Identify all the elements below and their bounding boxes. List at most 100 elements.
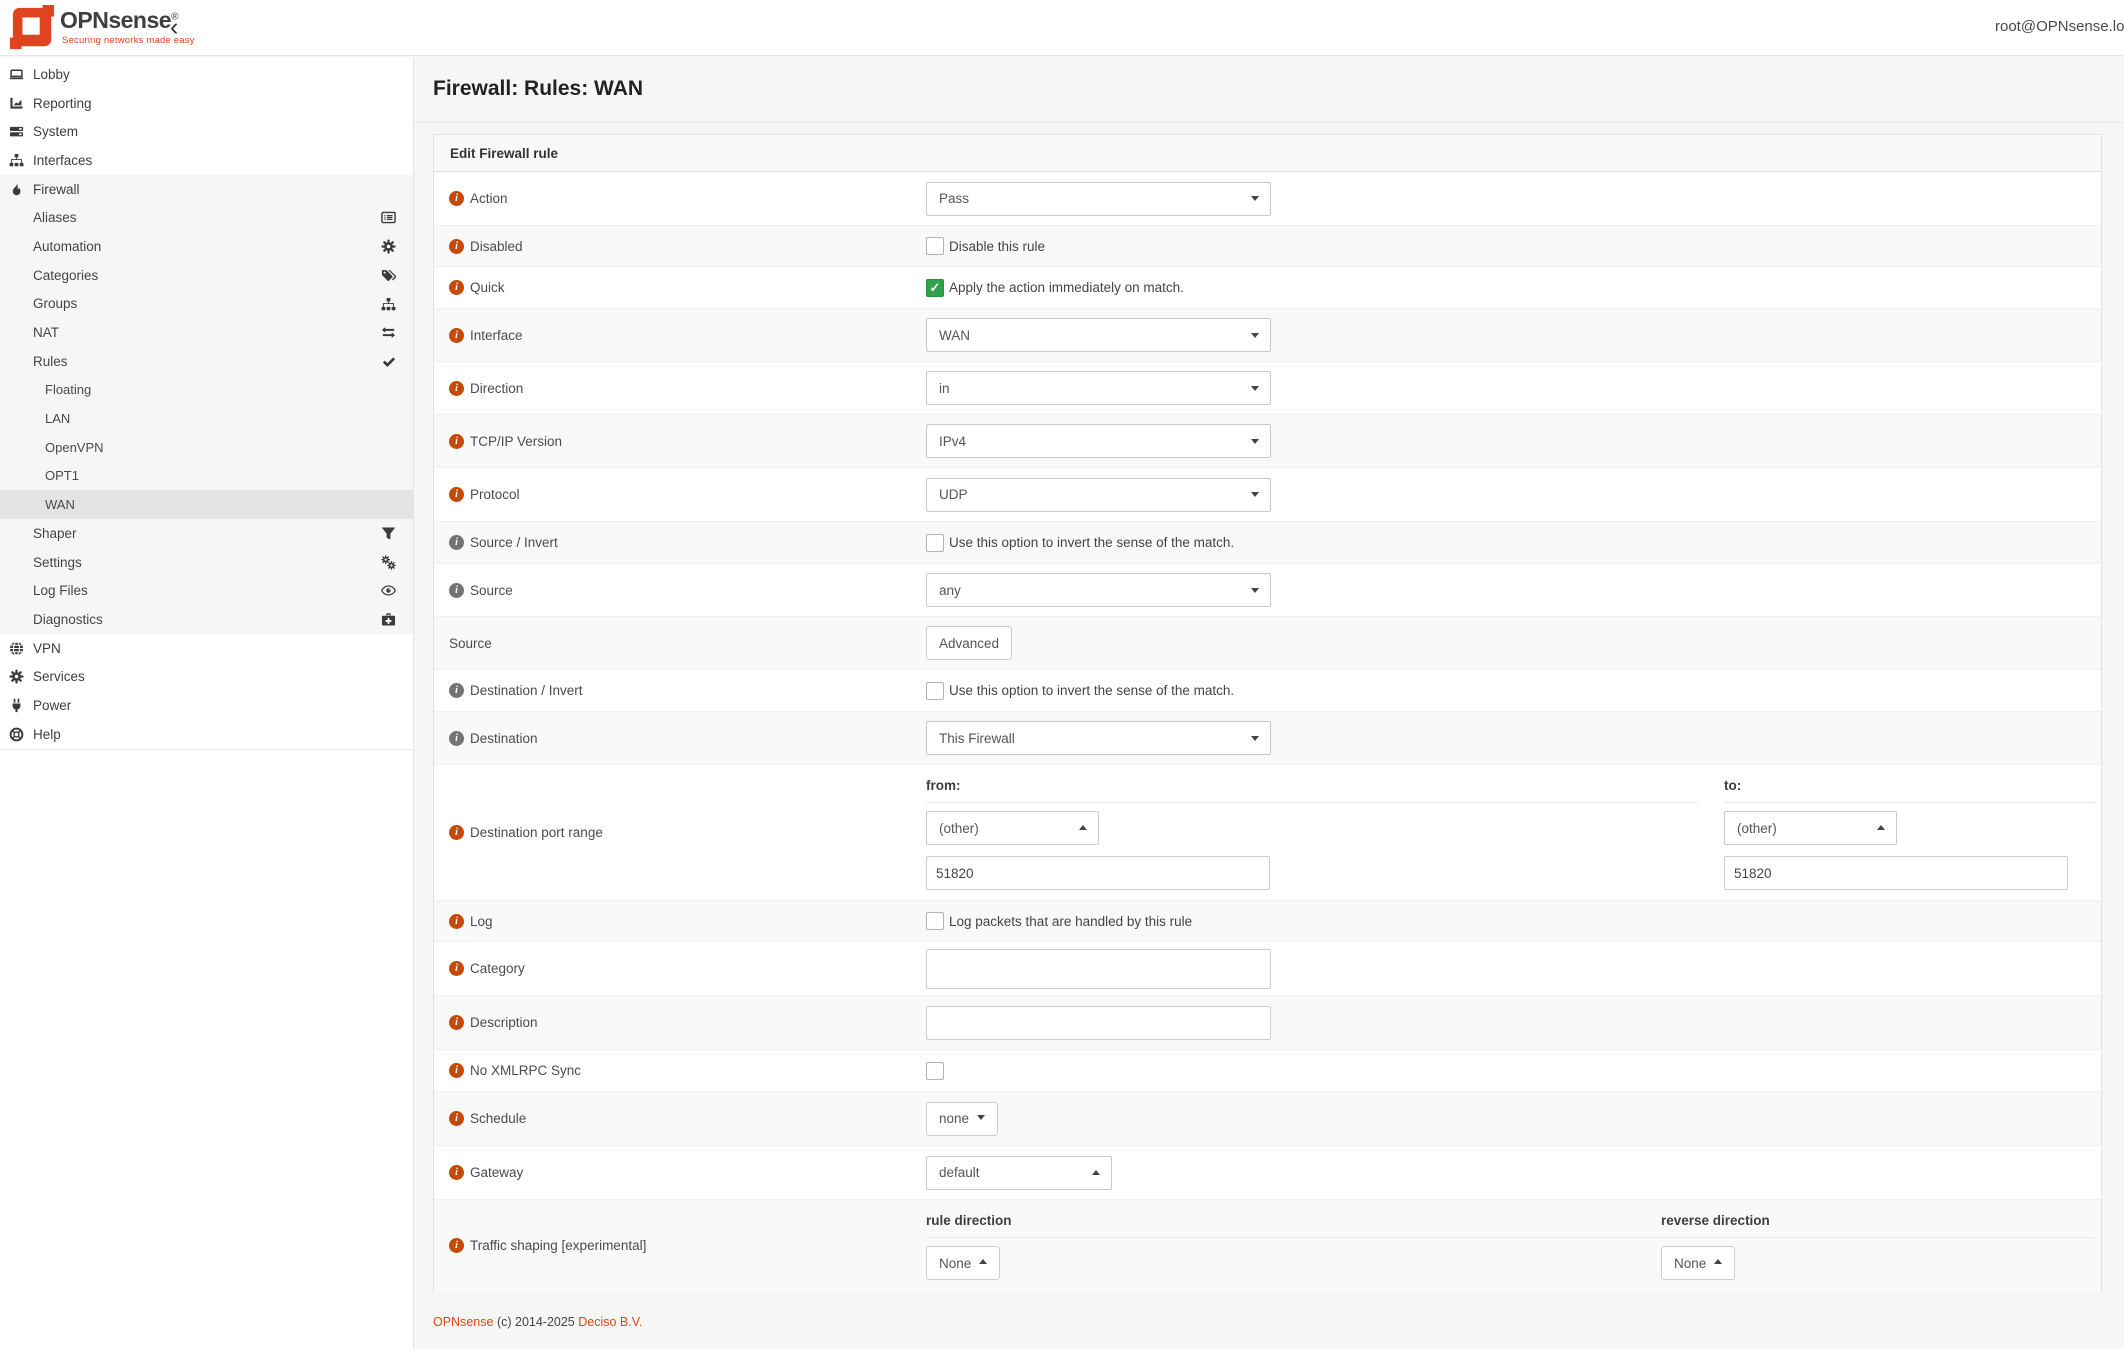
sidebar-item-interfaces[interactable]: Interfaces xyxy=(0,146,413,175)
sidebar-item-automation[interactable]: Automation xyxy=(0,232,413,261)
sitemap-icon[interactable] xyxy=(381,297,396,312)
info-icon[interactable]: i xyxy=(449,1238,464,1253)
opnsense-footer-link[interactable]: OPNsense xyxy=(433,1315,493,1329)
source-invert-checkbox-row: Use this option to invert the sense of t… xyxy=(926,534,1234,552)
description-input[interactable] xyxy=(926,1006,1271,1040)
info-icon[interactable]: i xyxy=(449,1015,464,1030)
info-icon[interactable]: i xyxy=(449,535,464,550)
sidebar-item-shaper[interactable]: Shaper xyxy=(0,519,413,548)
top-bar: OPNsense® Securing networks made easy ‹ … xyxy=(0,0,2124,56)
deciso-footer-link[interactable]: Deciso B.V. xyxy=(578,1315,642,1329)
sidebar-item-rules-floating[interactable]: Floating xyxy=(0,376,413,405)
row-source-invert: iSource / Invert Use this option to inve… xyxy=(434,521,2101,563)
sidebar-item-help[interactable]: Help xyxy=(0,720,413,749)
page-title: Firewall: Rules: WAN xyxy=(433,77,643,101)
sidebar-item-lobby[interactable]: Lobby xyxy=(0,60,413,89)
reverse-direction-dropdown[interactable]: None xyxy=(1661,1246,1735,1280)
globe-icon xyxy=(9,641,33,656)
direction-select[interactable]: in xyxy=(926,371,1271,405)
sidebar-item-reporting[interactable]: Reporting xyxy=(0,89,413,118)
destination-select[interactable]: This Firewall xyxy=(926,721,1271,755)
sidebar-item-power[interactable]: Power xyxy=(0,691,413,720)
schedule-dropdown[interactable]: none xyxy=(926,1102,998,1136)
protocol-select[interactable]: UDP xyxy=(926,478,1271,512)
no-xmlrpc-sync-checkbox[interactable] xyxy=(926,1062,944,1080)
sidebar-item-settings[interactable]: Settings xyxy=(0,548,413,577)
sidebar-item-rules-lan[interactable]: LAN xyxy=(0,404,413,433)
port-from-label: from: xyxy=(926,778,1698,803)
info-icon[interactable]: i xyxy=(449,825,464,840)
area-chart-icon xyxy=(9,96,33,111)
sidebar-item-log-files[interactable]: Log Files xyxy=(0,576,413,605)
info-icon[interactable]: i xyxy=(449,683,464,698)
info-icon[interactable]: i xyxy=(449,381,464,396)
source-invert-checkbox[interactable] xyxy=(926,534,944,552)
sidebar-item-firewall[interactable]: Firewall xyxy=(0,175,413,204)
info-icon[interactable]: i xyxy=(449,1063,464,1078)
port-from-input[interactable] xyxy=(926,856,1270,890)
funnel-icon[interactable] xyxy=(381,526,396,541)
info-icon[interactable]: i xyxy=(449,914,464,929)
port-from-select[interactable]: (other) xyxy=(926,811,1099,845)
destination-invert-checkbox[interactable] xyxy=(926,682,944,700)
eye-icon[interactable] xyxy=(381,583,396,598)
port-to-label: to: xyxy=(1724,778,2095,803)
quick-checkbox-row: Apply the action immediately on match. xyxy=(926,279,1184,297)
sidebar-item-rules-openvpn[interactable]: OpenVPN xyxy=(0,433,413,462)
laptop-icon xyxy=(9,67,33,82)
log-checkbox-row: Log packets that are handled by this rul… xyxy=(926,912,1192,930)
info-icon[interactable]: i xyxy=(449,1165,464,1180)
info-icon[interactable]: i xyxy=(449,487,464,502)
info-icon[interactable]: i xyxy=(449,731,464,746)
chevron-up-icon xyxy=(979,1259,987,1264)
sidebar-item-diagnostics[interactable]: Diagnostics xyxy=(0,605,413,634)
tcpip-version-select[interactable]: IPv4 xyxy=(926,424,1271,458)
row-description: iDescription xyxy=(434,995,2101,1049)
info-icon[interactable]: i xyxy=(449,328,464,343)
plug-icon xyxy=(9,698,33,713)
quick-checkbox[interactable] xyxy=(926,279,944,297)
medkit-icon[interactable] xyxy=(381,612,396,627)
source-advanced-button[interactable]: Advanced xyxy=(926,626,1012,660)
row-direction: iDirection in xyxy=(434,361,2101,414)
gateway-select[interactable]: default xyxy=(926,1156,1112,1190)
sidebar-item-aliases[interactable]: Aliases xyxy=(0,203,413,232)
sidebar-item-nat[interactable]: NAT xyxy=(0,318,413,347)
list-icon[interactable] xyxy=(381,210,396,225)
info-icon[interactable]: i xyxy=(449,191,464,206)
chevron-down-icon xyxy=(1251,439,1259,444)
info-icon[interactable]: i xyxy=(449,280,464,295)
sidebar-item-rules[interactable]: Rules xyxy=(0,347,413,376)
category-input[interactable] xyxy=(926,949,1271,989)
sidebar-item-services[interactable]: Services xyxy=(0,662,413,691)
info-icon[interactable]: i xyxy=(449,434,464,449)
info-icon[interactable]: i xyxy=(449,583,464,598)
sidebar-item-rules-opt1[interactable]: OPT1 xyxy=(0,462,413,491)
info-icon[interactable]: i xyxy=(449,1111,464,1126)
server-icon xyxy=(9,124,33,139)
action-select[interactable]: Pass xyxy=(926,182,1271,216)
interface-select[interactable]: WAN xyxy=(926,318,1271,352)
check-icon[interactable] xyxy=(381,354,396,369)
chevron-down-icon xyxy=(977,1115,985,1120)
log-checkbox[interactable] xyxy=(926,912,944,930)
sidebar-item-rules-wan[interactable]: WAN xyxy=(0,490,413,519)
source-select[interactable]: any xyxy=(926,573,1271,607)
tags-icon[interactable] xyxy=(381,268,396,283)
info-icon[interactable]: i xyxy=(449,239,464,254)
rule-direction-dropdown[interactable]: None xyxy=(926,1246,1000,1280)
sidebar-item-groups[interactable]: Groups xyxy=(0,290,413,319)
gears-icon[interactable] xyxy=(381,555,396,570)
copyright-text: (c) 2014-2025 xyxy=(497,1315,575,1329)
sidebar-collapse-icon[interactable]: ‹ xyxy=(170,10,178,44)
info-icon[interactable]: i xyxy=(449,961,464,976)
sidebar-item-categories[interactable]: Categories xyxy=(0,261,413,290)
exchange-icon[interactable] xyxy=(381,325,396,340)
gear-icon xyxy=(9,669,33,684)
gear-icon[interactable] xyxy=(381,239,396,254)
sidebar-item-system[interactable]: System xyxy=(0,117,413,146)
disabled-checkbox[interactable] xyxy=(926,237,944,255)
sidebar-item-vpn[interactable]: VPN xyxy=(0,634,413,663)
port-to-input[interactable] xyxy=(1724,856,2068,890)
port-to-select[interactable]: (other) xyxy=(1724,811,1897,845)
